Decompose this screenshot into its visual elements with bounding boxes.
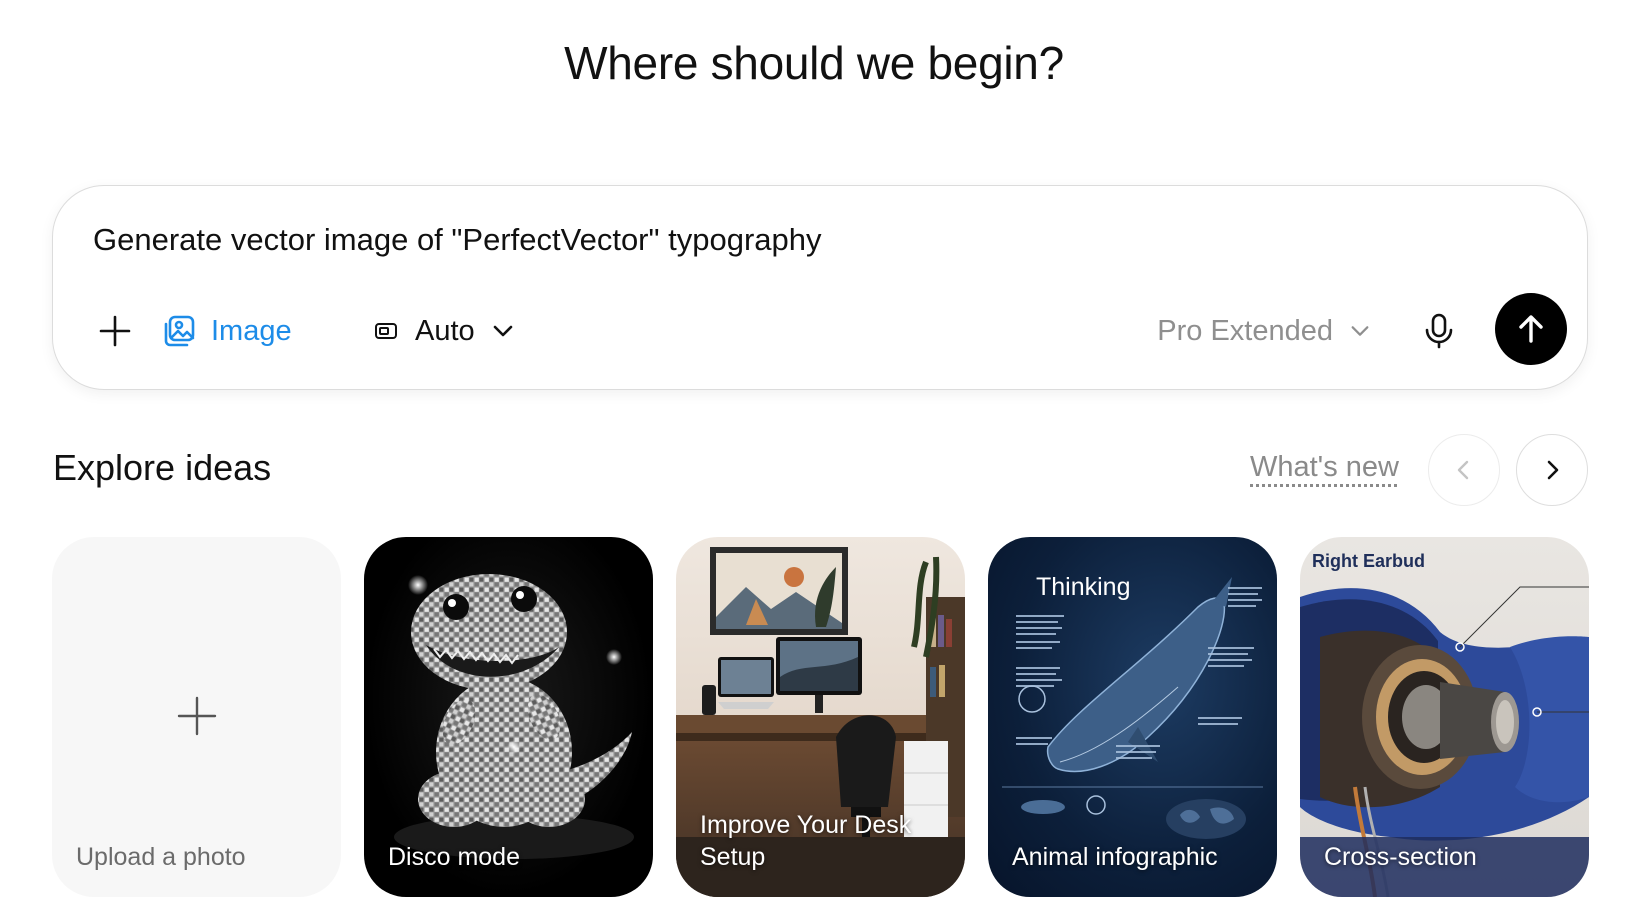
image-mode-button[interactable]: Image (161, 305, 292, 357)
arrow-up-icon (1519, 315, 1543, 343)
add-attachment-button[interactable] (93, 309, 137, 353)
model-selector[interactable]: Pro Extended (1157, 305, 1371, 357)
plus-icon (177, 696, 217, 736)
idea-card-disco-mode[interactable]: Disco mode (364, 537, 653, 897)
idea-card-desk-setup[interactable]: Improve Your Desk Setup (676, 537, 965, 897)
image-icon (164, 315, 195, 347)
whats-new-link[interactable]: What's new (1250, 451, 1399, 484)
image-mode-label: Image (211, 314, 292, 347)
card-label: Cross-section (1324, 843, 1477, 871)
chevron-right-icon (1547, 460, 1559, 480)
model-label: Pro Extended (1157, 314, 1333, 347)
aspect-ratio-dropdown[interactable]: Auto (373, 305, 515, 357)
composer-toolbar: Image Auto Pro Extended (93, 293, 1567, 369)
composer: Generate vector image of "PerfectVector"… (52, 185, 1588, 390)
carousel-next-button[interactable] (1516, 434, 1588, 506)
idea-card-animal-infographic[interactable]: Thinking Animal infographic (988, 537, 1277, 897)
chevron-down-icon (493, 325, 512, 337)
chevron-left-icon (1457, 460, 1469, 480)
send-button[interactable] (1495, 293, 1567, 365)
aspect-ratio-icon (375, 323, 397, 339)
microphone-icon (1425, 313, 1453, 349)
thinking-tag: Thinking (1036, 573, 1131, 601)
carousel-prev-button[interactable] (1428, 434, 1500, 506)
card-label: Improve Your Desk Setup (700, 811, 912, 871)
aspect-ratio-label: Auto (415, 314, 475, 347)
voice-input-button[interactable] (1415, 307, 1463, 355)
card-label: Animal infographic (1012, 843, 1218, 871)
prompt-input[interactable]: Generate vector image of "PerfectVector"… (93, 222, 822, 258)
page-title: Where should we begin? (564, 37, 1064, 89)
chevron-down-icon (1351, 326, 1369, 336)
card-label: Upload a photo (76, 843, 246, 871)
plus-icon (99, 315, 131, 347)
idea-card-upload-photo[interactable]: Upload a photo (52, 537, 341, 897)
earbud-title-tag: Right Earbud (1312, 551, 1425, 571)
card-label: Disco mode (388, 843, 520, 871)
page: Where should we begin? Generate vector i… (0, 0, 1628, 916)
explore-ideas-heading: Explore ideas (53, 447, 272, 488)
idea-card-cross-section[interactable]: Right Earbud Cross-section (1300, 537, 1589, 897)
